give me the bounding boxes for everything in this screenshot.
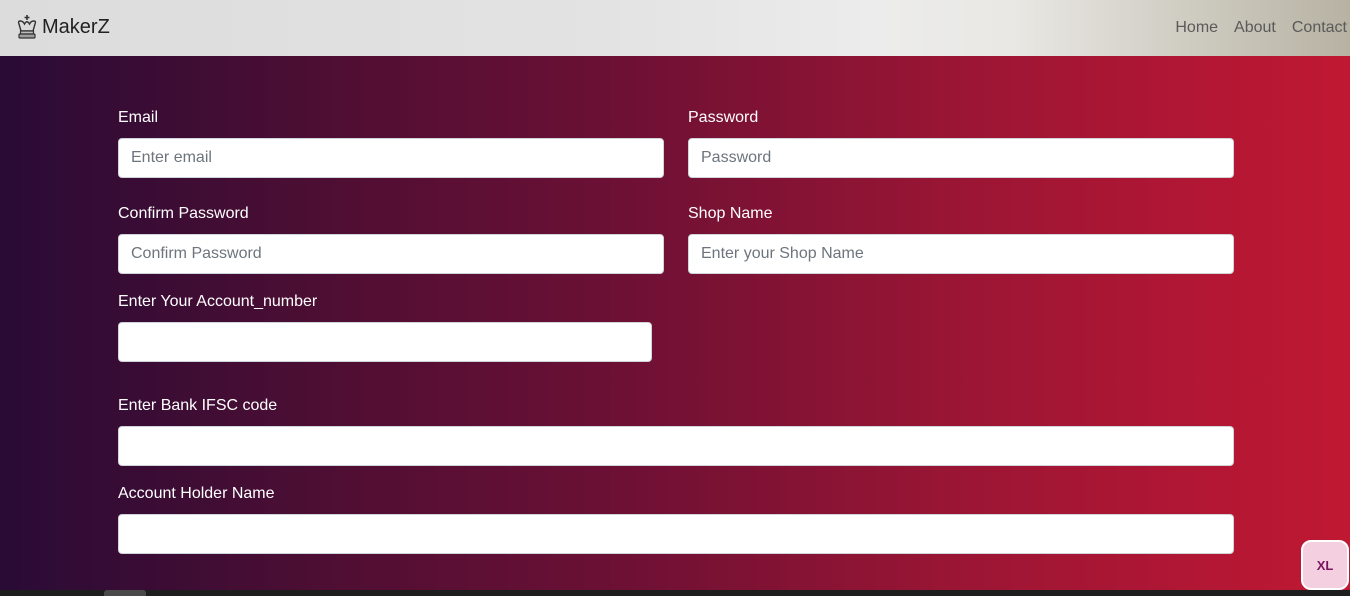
brand[interactable]: MakerZ xyxy=(16,14,110,40)
nav-link-home[interactable]: Home xyxy=(1167,17,1226,39)
bottom-tab[interactable] xyxy=(104,590,146,596)
nav-link-contact[interactable]: Contact xyxy=(1284,17,1350,39)
chess-king-icon xyxy=(16,14,38,40)
account-holder-label: Account Holder Name xyxy=(118,485,275,502)
account-number-label: Enter Your Account_number xyxy=(118,293,318,310)
ifsc-label: Enter Bank IFSC code xyxy=(118,397,278,414)
account-holder-field[interactable] xyxy=(118,514,1234,554)
ifsc-field[interactable] xyxy=(118,426,1234,466)
brand-name: MakerZ xyxy=(42,15,110,38)
shop-name-field[interactable] xyxy=(688,234,1234,274)
bottom-bar xyxy=(0,590,1350,596)
xl-badge[interactable]: XL xyxy=(1301,540,1349,590)
nav-links: Home About Contact xyxy=(1167,17,1350,39)
password-field[interactable] xyxy=(688,138,1234,178)
nav-link-about[interactable]: About xyxy=(1226,17,1284,39)
shop-name-label: Shop Name xyxy=(688,205,773,222)
account-number-field[interactable] xyxy=(118,322,652,362)
confirm-password-field[interactable] xyxy=(118,234,664,274)
password-label: Password xyxy=(688,109,759,126)
email-label: Email xyxy=(118,109,159,126)
email-field[interactable] xyxy=(118,138,664,178)
confirm-password-label: Confirm Password xyxy=(118,205,249,222)
navbar: MakerZ Home About Contact xyxy=(0,0,1350,56)
